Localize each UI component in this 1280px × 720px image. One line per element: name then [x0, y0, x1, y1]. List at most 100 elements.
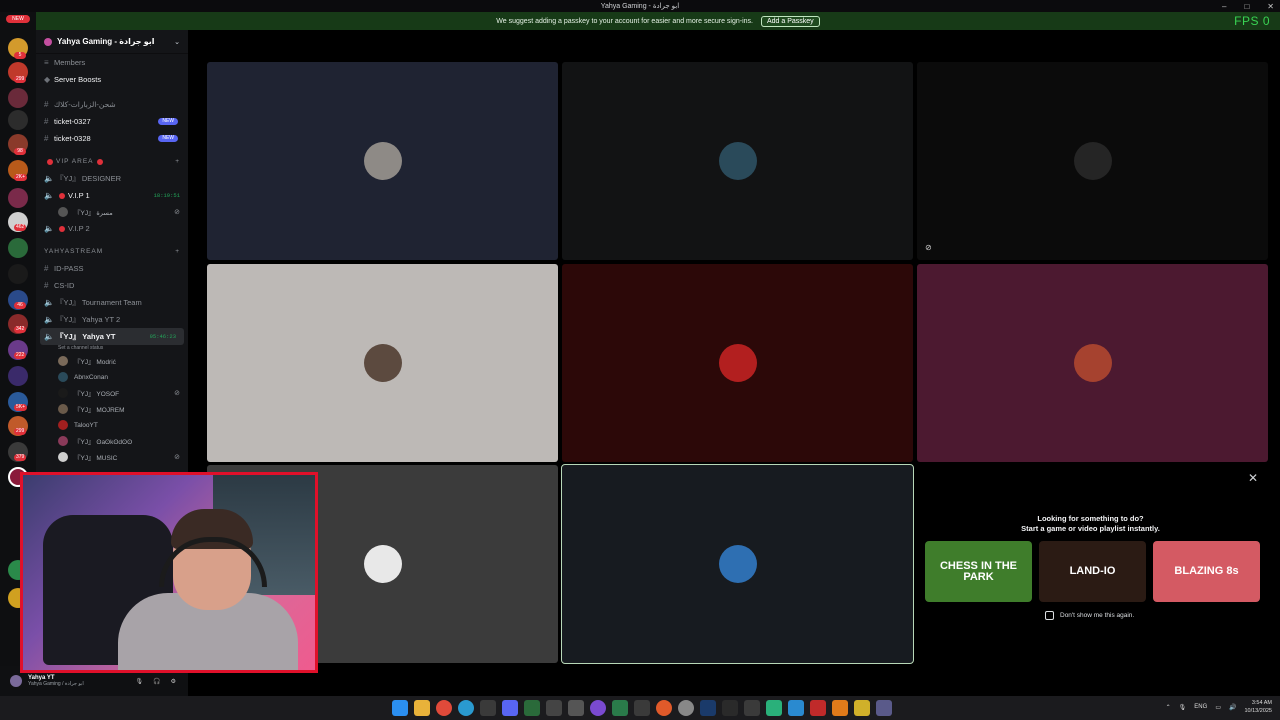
network-icon[interactable]: ▭ — [1215, 704, 1221, 711]
edge-icon[interactable] — [458, 700, 474, 716]
add-passkey-button[interactable]: Add a Passkey — [760, 15, 820, 27]
user-avatar[interactable] — [10, 675, 22, 687]
app-icon[interactable] — [810, 700, 826, 716]
app-icon[interactable] — [612, 700, 628, 716]
activity-chess[interactable]: CHESS IN THE PARK — [925, 541, 1032, 602]
discord-icon[interactable] — [502, 700, 518, 716]
app-icon[interactable] — [766, 700, 782, 716]
speaker-icon: 🔈 — [44, 224, 54, 233]
guild-icon[interactable] — [8, 264, 28, 284]
clock[interactable]: 3:54 AM 10/13/2025 — [1244, 699, 1272, 715]
voice-user[interactable]: 『YJ』 MOJREM — [36, 401, 188, 417]
close-window-icon[interactable]: ✕ — [1267, 2, 1274, 11]
guild-icon[interactable] — [8, 238, 28, 258]
guild-icon[interactable] — [8, 88, 28, 108]
microphone-icon[interactable]: 🎙 — [136, 678, 144, 685]
close-icon[interactable]: ✕ — [1248, 471, 1258, 485]
voice-user[interactable]: 『YJ』 ʘaʘkʘdʘʘ — [36, 433, 188, 449]
settings-icon[interactable] — [876, 700, 892, 716]
app-icon[interactable] — [788, 700, 804, 716]
channel-arabic[interactable]: # شحن-الزبارات-كلاك — [36, 96, 188, 113]
mic-icon[interactable]: 🎙 — [1179, 704, 1187, 711]
volume-icon[interactable]: 🔊 — [1229, 704, 1236, 711]
voice-user[interactable]: 『YJ』 مسرة ⊘ — [36, 204, 188, 220]
app-icon[interactable] — [722, 700, 738, 716]
settings-gear-icon[interactable]: ⚙ — [171, 678, 176, 685]
channel-yahya-selected[interactable]: 🔈 『YJ』 Yahya YT 95:46:23 — [40, 328, 184, 345]
participant-tile[interactable] — [917, 264, 1268, 462]
avatar — [58, 207, 68, 217]
passkey-notice: We suggest adding a passkey to your acco… — [36, 12, 1280, 30]
plus-icon[interactable]: + — [175, 248, 180, 255]
server-header[interactable]: Yahya Gaming - ابو جرادة ⌄ — [36, 30, 188, 54]
voice-user[interactable]: AbnxConan — [36, 369, 188, 385]
participant-tile[interactable] — [207, 62, 558, 260]
server-boosts-item[interactable]: ◆ Server Boosts — [36, 71, 188, 88]
avatar — [718, 545, 757, 583]
minimize-icon[interactable]: – — [1222, 2, 1226, 11]
app-icon[interactable] — [678, 700, 694, 716]
app-icon[interactable] — [854, 700, 870, 716]
participant-tile[interactable]: ⊘ — [917, 62, 1268, 260]
user-label: 『YJ』 ʘaʘkʘdʘʘ — [74, 439, 133, 446]
channel-idpass[interactable]: # ID-PASS — [36, 260, 188, 277]
muted-icon: ⊘ — [174, 390, 180, 397]
participant-tile[interactable] — [562, 264, 913, 462]
user-label: TalooYT — [74, 421, 98, 429]
start-icon[interactable] — [392, 700, 408, 716]
vlc-icon[interactable] — [832, 700, 848, 716]
channel-vip1[interactable]: 🔈 V.I.P 1 18:19:51 — [36, 187, 188, 204]
chrome-icon[interactable] — [436, 700, 452, 716]
voice-user[interactable]: TalooYT — [36, 417, 188, 433]
channel-yahya2[interactable]: 🔈 『YJ』 Yahya YT 2 — [36, 311, 188, 328]
avatar — [58, 404, 68, 414]
channel-ticket-0327[interactable]: # ticket-0327 NEW — [36, 113, 188, 130]
app-icon[interactable] — [568, 700, 584, 716]
app-icon[interactable] — [634, 700, 650, 716]
speaker-icon: 🔈 — [44, 298, 54, 307]
app-icon[interactable] — [590, 700, 606, 716]
voice-user[interactable]: 『YJ』 MUSIC ⊘ — [36, 449, 188, 465]
guild-icon[interactable] — [8, 188, 28, 208]
app-icon[interactable] — [546, 700, 562, 716]
category-vip[interactable]: VIP AREA + — [36, 153, 188, 170]
activity-landio[interactable]: LAND-IO — [1039, 541, 1146, 602]
channel-csid[interactable]: # CS-ID — [36, 277, 188, 294]
category-yahyastream[interactable]: YAHYASTREAM + — [36, 243, 188, 260]
activity-blazing8s[interactable]: BLAZING 8s — [1153, 541, 1260, 602]
channel-designer[interactable]: 🔈 『YJ』 DESIGNER — [36, 170, 188, 187]
app-icon[interactable] — [744, 700, 760, 716]
guild-badge: 299 — [14, 76, 27, 83]
participant-tile[interactable] — [207, 264, 558, 462]
obs-icon[interactable] — [656, 700, 672, 716]
avatar — [58, 452, 68, 462]
folder-icon[interactable] — [414, 700, 430, 716]
participant-tile[interactable] — [562, 62, 913, 260]
headphones-icon[interactable]: 🎧 — [153, 678, 160, 685]
app-icon[interactable] — [480, 700, 496, 716]
channel-tournament[interactable]: 🔈 『YJ』 Tournament Team — [36, 294, 188, 311]
steam-icon[interactable] — [700, 700, 716, 716]
checkbox-icon[interactable] — [1045, 611, 1054, 620]
channel-ticket-0328[interactable]: # ticket-0328 NEW — [36, 130, 188, 147]
app-icon[interactable] — [524, 700, 540, 716]
plus-icon[interactable]: + — [175, 158, 180, 165]
channel-vip2[interactable]: 🔈 V.I.P 2 — [36, 220, 188, 237]
voice-user[interactable]: 『YJ』 YOSOF ⊘ — [36, 385, 188, 401]
notice-text: We suggest adding a passkey to your acco… — [496, 17, 753, 25]
avatar — [363, 344, 402, 382]
participant-tile[interactable] — [561, 464, 914, 664]
voice-user[interactable]: 『YJ』 Modrić — [36, 353, 188, 369]
channel-status[interactable]: Set a channel status — [36, 345, 188, 353]
maximize-icon[interactable]: □ — [1244, 2, 1249, 11]
user-label: 『YJ』 مسرة — [74, 210, 113, 217]
dont-show-checkbox[interactable]: Don't show me this again. — [1045, 611, 1134, 620]
window-title: Yahya Gaming - ابو جرادة — [600, 3, 680, 10]
language-indicator[interactable]: ENG — [1194, 704, 1207, 710]
guild-icon[interactable] — [8, 110, 28, 130]
red-dot-icon — [59, 192, 65, 199]
chevron-up-icon[interactable]: ⌃ — [1166, 704, 1171, 711]
members-item[interactable]: ≡ Members — [36, 54, 188, 71]
chevron-down-icon[interactable]: ⌄ — [174, 38, 180, 46]
guild-icon[interactable] — [8, 366, 28, 386]
